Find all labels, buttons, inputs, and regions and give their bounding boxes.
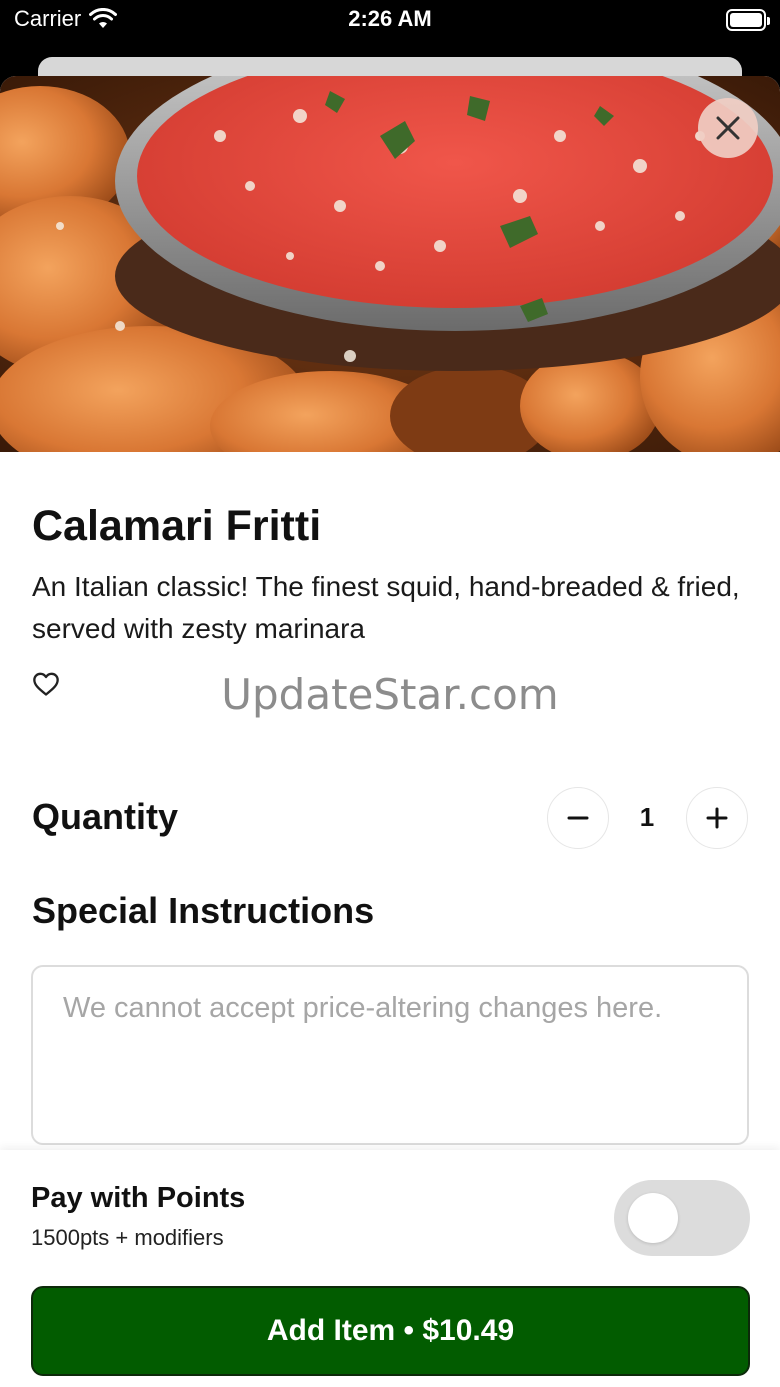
battery-icon bbox=[726, 9, 770, 31]
special-instructions-input[interactable] bbox=[33, 967, 747, 1143]
close-icon bbox=[716, 116, 740, 140]
status-bar: Carrier 2:26 AM bbox=[0, 0, 780, 44]
item-image bbox=[0, 76, 780, 452]
quantity-increment-button[interactable] bbox=[686, 787, 748, 849]
minus-icon bbox=[567, 816, 589, 820]
special-instructions-label: Special Instructions bbox=[32, 890, 375, 931]
bottom-action-bar: Pay with Points 1500pts + modifiers Add … bbox=[0, 1150, 780, 1387]
pay-with-points-sublabel: 1500pts + modifiers bbox=[31, 1225, 224, 1250]
special-instructions-field bbox=[31, 965, 749, 1145]
toggle-knob bbox=[628, 1193, 678, 1243]
quantity-value: 1 bbox=[639, 802, 655, 832]
quantity-decrement-button[interactable] bbox=[547, 787, 609, 849]
item-description: An Italian classic! The finest squid, ha… bbox=[32, 571, 740, 644]
calamari-photo bbox=[0, 76, 780, 452]
pay-with-points-toggle[interactable] bbox=[614, 1180, 750, 1256]
add-item-button[interactable]: Add Item • $10.49 bbox=[31, 1286, 750, 1376]
quantity-label: Quantity bbox=[32, 796, 179, 837]
status-time: 2:26 AM bbox=[348, 6, 432, 31]
watermark: UpdateStar.com bbox=[221, 670, 559, 719]
plus-icon bbox=[706, 807, 728, 829]
pay-with-points-label: Pay with Points bbox=[31, 1182, 246, 1214]
item-detail-sheet: Calamari Fritti An Italian classic! The … bbox=[0, 76, 780, 1387]
close-button[interactable] bbox=[698, 98, 758, 158]
item-title: Calamari Fritti bbox=[32, 502, 322, 550]
